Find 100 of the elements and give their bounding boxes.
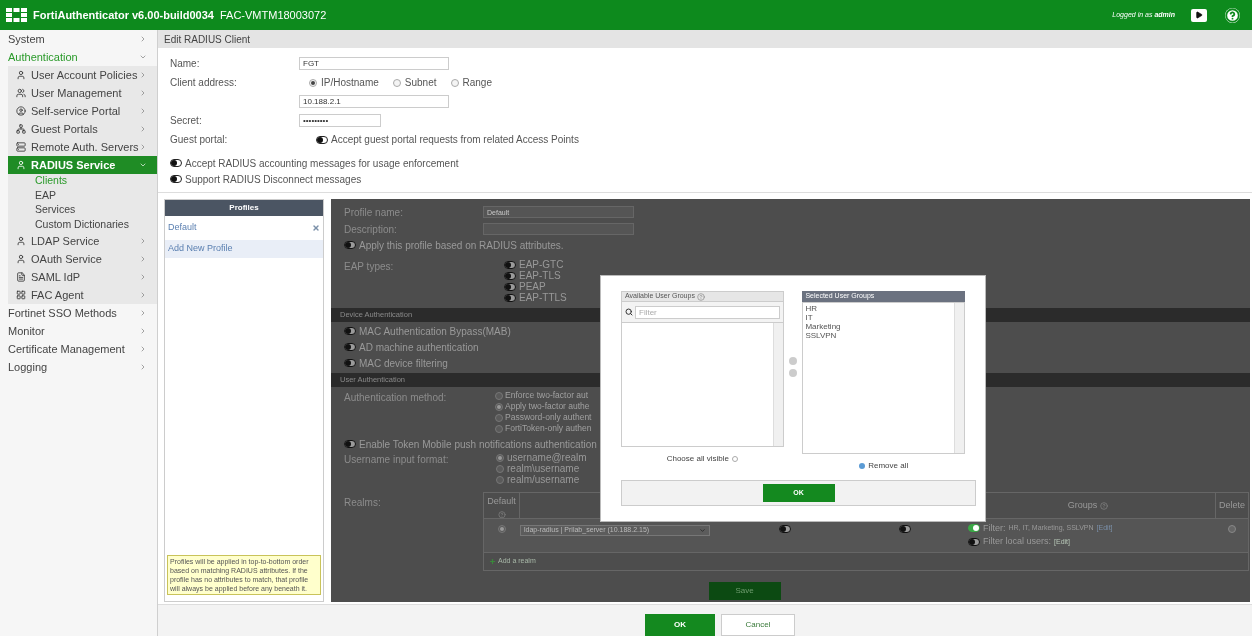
toggle-switch[interactable] [344,241,356,249]
sidebar-item[interactable]: RADIUS Service [8,156,157,174]
field-label: Description: [343,222,398,237]
toggle-switch[interactable] [968,537,980,546]
sidebar-item[interactable]: SAML IdP [8,268,157,286]
radio-label: Subnet [404,76,437,90]
radio-button[interactable] [495,424,503,433]
description-field[interactable] [483,223,634,235]
sidebar-subitem[interactable]: EAP [8,188,157,203]
help-button[interactable] [1225,7,1240,23]
toggle-switch[interactable] [344,359,356,367]
radio-button[interactable] [309,78,317,87]
toggle-label: Enable Token Mobile push notifications authentication [359,437,597,452]
toggle-label: PEAP [519,280,546,293]
radio-label: realm\username [507,463,580,475]
toggle-switch[interactable] [344,327,356,335]
choose-all-link[interactable]: Choose all visible [621,453,784,465]
radio-button[interactable] [495,402,503,411]
filter-field[interactable]: Filter [635,305,780,319]
toggle-switch[interactable] [504,282,516,291]
address-field[interactable]: 10.188.2.1 [299,95,449,108]
toggle-label: EAP-GTC [519,258,564,271]
toggle-switch[interactable] [968,524,980,532]
save-button[interactable]: Save [708,582,781,600]
chevron-right-icon [139,107,147,115]
radio-label: Apply two-factor authe [505,400,590,413]
toggle-switch[interactable] [504,260,516,269]
chevron-right-icon [139,71,147,79]
serial-number: FAC-VMTM18003072 [219,7,327,23]
chevron-right-icon [139,291,147,299]
secret-field[interactable]: ••••••••• [299,114,381,127]
sidebar-item[interactable]: Remote Auth. Servers [8,138,157,156]
sidebar-item[interactable]: LDAP Service [8,232,157,250]
sidebar-item[interactable]: Monitor [0,322,157,340]
profile-item[interactable]: Default [165,216,323,240]
toggle-switch[interactable] [170,159,182,167]
toggle-switch[interactable] [504,271,516,280]
chevron-right-icon [139,309,147,317]
chevron-right-icon [139,255,147,263]
toggle-label: EAP-TTLS [519,291,567,305]
chevron-right-icon [139,327,147,335]
play-icon [1195,11,1203,19]
radio-label: username@realm [507,451,587,464]
chevron-right-icon [139,35,147,43]
chevron-right-icon [139,363,147,371]
field-label: EAP types: [343,260,395,274]
radio-button[interactable] [498,525,506,533]
toggle-switch[interactable] [316,135,328,144]
toggle-switch[interactable] [170,175,182,183]
list-item[interactable]: Marketing [805,322,952,331]
radio-button[interactable] [496,475,504,484]
toggle-switch[interactable] [344,440,356,448]
chevron-right-icon [139,143,147,151]
chevron-down-icon [139,161,147,169]
chevron-right-icon [139,237,147,245]
toggle-switch[interactable] [779,525,791,533]
sidebar-item[interactable]: Certificate Management [0,340,157,358]
sidebar-item[interactable]: OAuth Service [8,250,157,268]
sidebar-item[interactable]: System [0,30,157,48]
scrollbar[interactable] [772,323,783,446]
radio-button[interactable] [495,391,503,400]
sidebar-item[interactable]: User Management [8,84,157,102]
toggle-label: Accept RADIUS accounting messages for usage enforcement [185,156,459,171]
list-item[interactable]: IT [805,313,952,322]
sidebar-item[interactable]: Fortinet SSO Methods [0,304,157,322]
list-item[interactable]: SSLVPN [805,331,952,340]
sidebar-item[interactable]: Guest Portals [8,120,157,138]
radio-label: Password-only authent [505,411,592,424]
field-label: Realms: [343,496,382,510]
scrollbar[interactable] [954,303,964,453]
add-profile-button[interactable]: Add New Profile [165,240,323,258]
radio-button[interactable] [495,413,503,422]
radio-button[interactable] [392,78,401,87]
video-button[interactable] [1191,8,1207,22]
toggle-switch[interactable] [344,343,356,351]
sidebar-item[interactable]: User Account Policies [8,66,157,84]
chevron-right-icon [139,125,147,133]
radio-button[interactable] [450,78,459,87]
dropdown-icon [699,527,706,534]
sidebar-item[interactable]: Self-service Portal [8,102,157,120]
help-icon [1100,501,1109,510]
radio-label: realm/username [507,473,580,487]
sidebar-item[interactable]: Logging [0,358,157,376]
sidebar-subitem[interactable]: Services [8,203,157,218]
toggle-label: Support RADIUS Disconnect messages [185,172,362,187]
toggle-switch[interactable] [899,525,911,533]
name-field[interactable]: FGT [299,57,449,70]
sidebar-subitem[interactable]: Custom Dictionaries [8,217,157,232]
radio-button[interactable] [496,464,504,473]
cancel-button[interactable]: Cancel [721,614,795,636]
remove-all-link[interactable]: Remove all [802,460,965,472]
field-label: Secret: [169,114,203,128]
help-icon [1225,7,1240,23]
toggle-switch[interactable] [504,293,516,302]
field-label: Client address: [169,76,238,90]
chevron-right-icon [139,89,147,97]
radio-button[interactable] [496,453,504,462]
ok-button[interactable]: OK [645,614,715,636]
sidebar-item[interactable]: FAC Agent [8,286,157,304]
field-label: Authentication method: [343,391,448,405]
